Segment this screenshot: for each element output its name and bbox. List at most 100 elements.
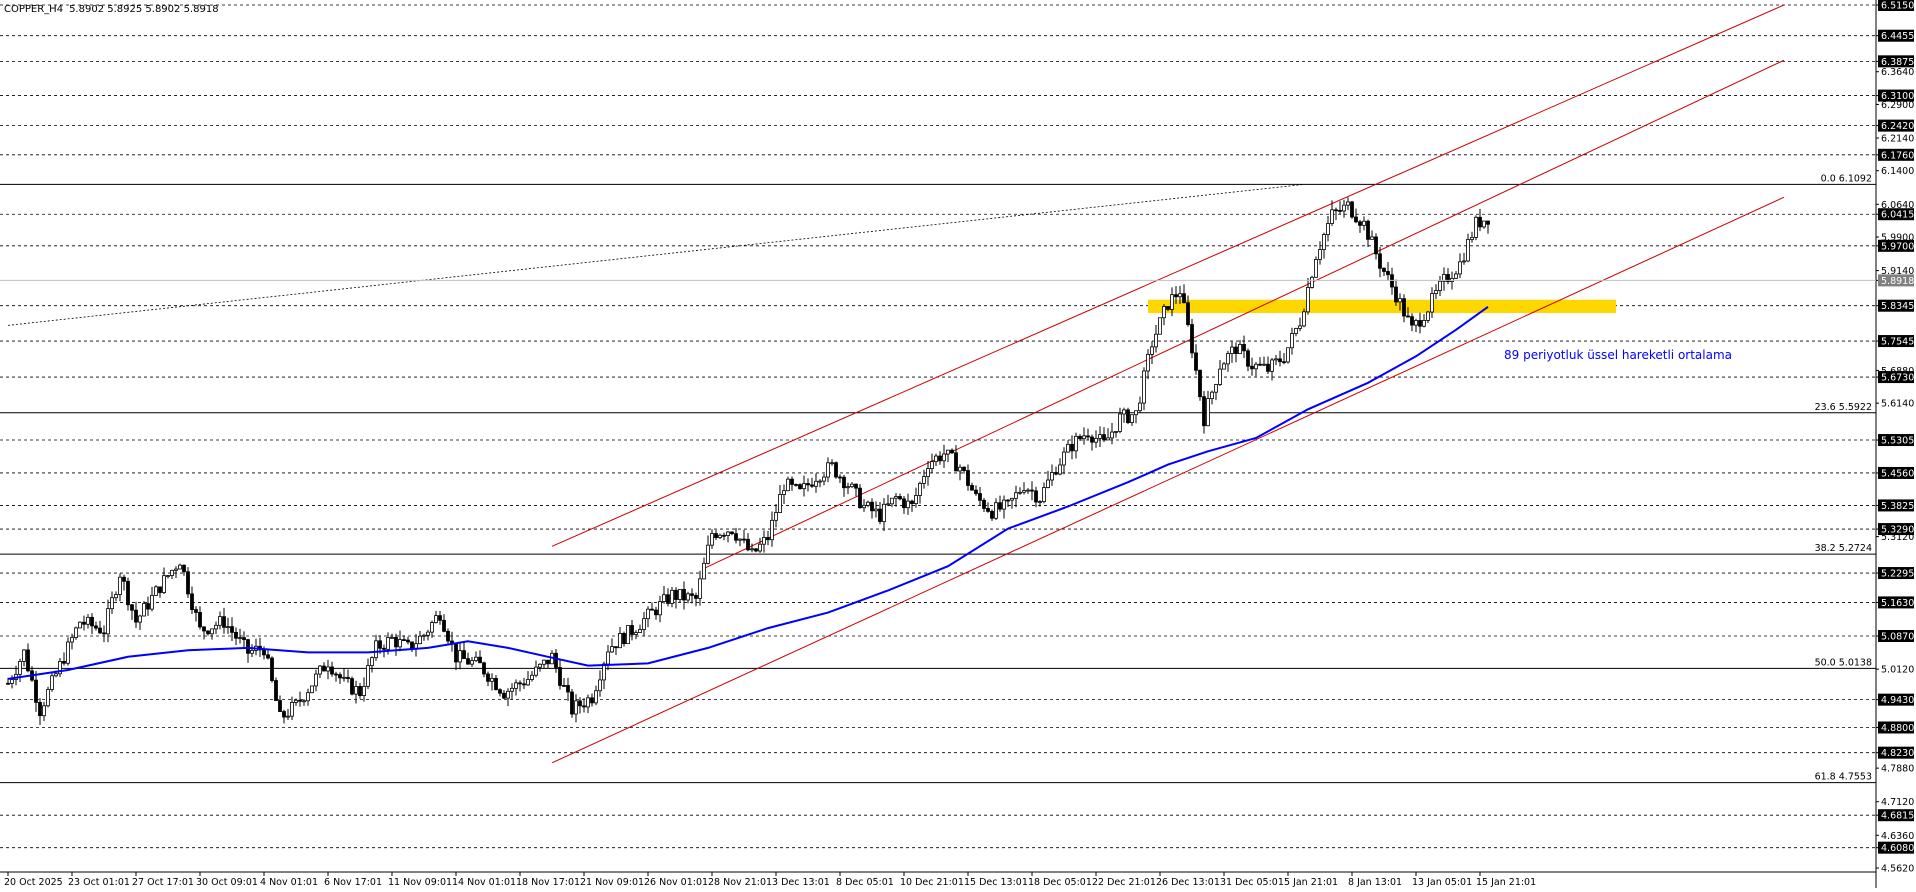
candle-body-85: [346, 676, 350, 680]
candle-body-318: [1278, 358, 1282, 363]
candle-body-49: [202, 626, 206, 632]
candle-body-351: [1410, 316, 1414, 326]
time-tick-3: 30 Oct 09:01: [196, 877, 258, 888]
candle-body-20: [86, 616, 90, 625]
candle-body-50: [206, 630, 210, 635]
candle-body-193: [778, 494, 782, 513]
price-label-30: 4.9430: [1881, 695, 1914, 706]
candle-body-93: [378, 640, 382, 649]
candle-15: [66, 637, 70, 666]
candle-body-175: [706, 544, 710, 564]
candle-body-167: [674, 589, 678, 600]
candle-body-115: [466, 658, 470, 665]
candle-body-130: [526, 679, 530, 686]
candle-body-269: [1082, 435, 1086, 440]
candle-body-350: [1406, 315, 1410, 318]
candle-body-56: [230, 626, 234, 633]
candle-body-177: [714, 533, 718, 539]
candle-body-95: [386, 637, 390, 650]
price-tick-25: 5.3120: [1881, 532, 1914, 543]
candle-body-26: [110, 597, 114, 610]
candle-body-34: [142, 603, 146, 617]
candle-body-290: [1166, 306, 1170, 310]
candle-body-272: [1094, 437, 1098, 443]
candle-body-147: [594, 690, 598, 704]
candle-body-206: [830, 462, 834, 465]
candle-195: [786, 476, 790, 492]
candle-body-313: [1258, 363, 1262, 366]
candle-body-71: [290, 701, 294, 717]
candle-37: [154, 585, 158, 596]
candle-body-44: [182, 564, 186, 573]
candle-body-213: [858, 487, 862, 509]
candle-body-188: [758, 543, 762, 552]
candle-body-16: [70, 637, 74, 643]
candle-body-227: [914, 495, 918, 504]
candle-body-159: [642, 618, 646, 630]
candle-body-233: [938, 455, 942, 462]
candle-body-274: [1102, 434, 1106, 441]
candle-body-267: [1074, 435, 1078, 452]
candle-body-150: [606, 651, 610, 665]
time-tick-19: 31 Dec 05:01: [1220, 877, 1284, 888]
time-tick-11: 28 Nov 21:01: [708, 877, 772, 888]
candle-body-334: [1342, 204, 1346, 212]
candle-body-302: [1214, 384, 1218, 393]
candle-body-43: [178, 564, 182, 570]
candle-320: [1286, 347, 1290, 364]
time-tick-2: 27 Oct 17:01: [132, 877, 194, 888]
candle-body-185: [746, 538, 750, 551]
candle-327: [1314, 256, 1318, 278]
candle-body-113: [458, 650, 462, 663]
candle-body-53: [218, 616, 222, 626]
candle-body-127: [514, 682, 518, 689]
candle-body-328: [1318, 249, 1322, 260]
candle-body-67: [274, 680, 278, 701]
candle-body-123: [498, 689, 502, 694]
candle-326: [1310, 275, 1314, 289]
time-tick-7: 14 Nov 01:01: [452, 877, 516, 888]
candle-body-86: [350, 678, 354, 695]
candle-body-65: [266, 654, 270, 659]
candle-body-89: [362, 685, 366, 696]
candle-body-349: [1402, 298, 1406, 317]
price-tick-36: 4.6360: [1881, 831, 1914, 842]
candle-body-124: [502, 692, 506, 699]
candle-body-163: [658, 601, 662, 616]
candle-body-295: [1186, 302, 1190, 325]
price-chart[interactable]: 0.0 6.1092 23.6 5.5922 38.2 5.2724 50.0 5.0…: [0, 0, 1916, 888]
candle-67: [274, 677, 278, 701]
candle-body-244: [982, 499, 986, 509]
candle-213: [858, 484, 862, 509]
candle-body-211: [850, 483, 854, 488]
candle-body-310: [1246, 350, 1250, 367]
candle-body-219: [882, 503, 886, 522]
candle-body-209: [842, 476, 846, 489]
time-tick-4: 4 Nov 01:01: [260, 877, 318, 888]
candle-body-280: [1126, 409, 1130, 423]
candle-body-240: [966, 470, 970, 486]
candle-body-72: [294, 699, 298, 703]
candle-body-218: [878, 508, 882, 522]
price-tick-29: 5.0120: [1881, 665, 1914, 676]
fib-label-2: 38.2 5.2724: [1815, 543, 1872, 554]
candle-body-247: [994, 502, 998, 519]
candle-body-45: [186, 571, 190, 595]
candle-body-184: [742, 538, 746, 541]
price-label-1: 6.4455: [1881, 31, 1914, 42]
candle-body-221: [890, 497, 894, 505]
candle-body-232: [934, 455, 938, 463]
time-tick-17: 22 Dec 21:01: [1092, 877, 1156, 888]
candle-body-76: [310, 685, 314, 694]
candle-body-204: [822, 476, 826, 482]
candle-body-196: [790, 478, 794, 485]
candle-body-331: [1330, 209, 1334, 224]
candle-body-289: [1162, 306, 1166, 319]
candle-body-83: [338, 674, 342, 679]
candle-body-172: [694, 595, 698, 599]
candle-body-104: [422, 634, 426, 637]
candle-body-265: [1066, 443, 1070, 453]
candle-body-135: [546, 659, 550, 665]
candle-body-329: [1322, 234, 1326, 250]
candle-body-39: [162, 575, 166, 593]
